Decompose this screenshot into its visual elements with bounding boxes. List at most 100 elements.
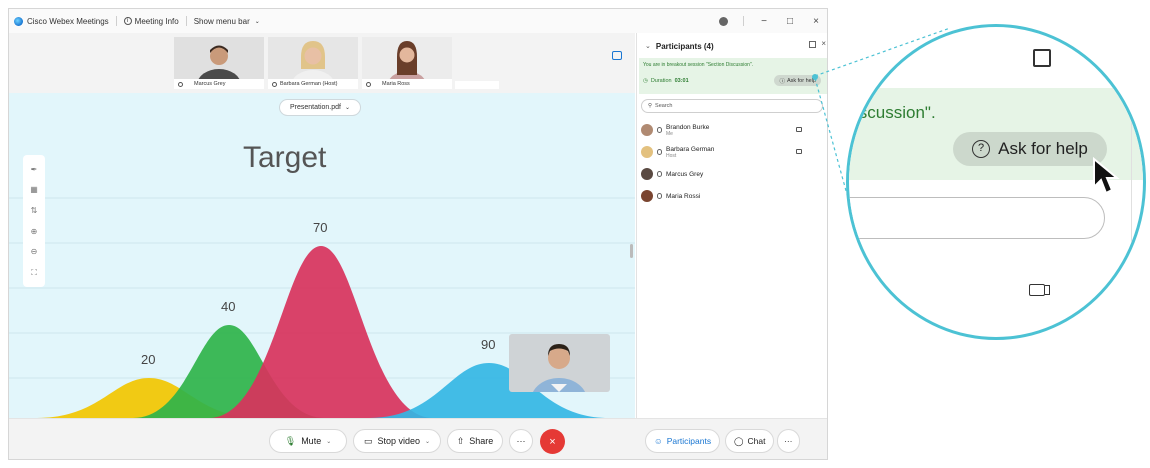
end-meeting-button[interactable]: ×: [540, 429, 565, 454]
chart-series: [37, 246, 609, 418]
thumbnail-strip: Marcus Grey Barbara German (Host) Maria …: [9, 33, 635, 91]
collapse-chevron-icon[interactable]: ⌄: [645, 42, 651, 50]
breakout-text: You are in breakout session "Section Dis…: [643, 62, 754, 68]
grid-view-icon[interactable]: ▦: [30, 185, 39, 194]
mic-icon[interactable]: [657, 171, 662, 177]
more-options-button[interactable]: ···: [509, 429, 533, 453]
file-selector[interactable]: Presentation.pdf ⌄: [279, 99, 362, 116]
participant-name-text: Brandon Burke: [666, 123, 710, 131]
webex-logo-icon: [14, 16, 23, 26]
thumbnail-label: Maria Ross: [362, 79, 452, 89]
layout-icon[interactable]: [612, 51, 622, 60]
webex-window: Cisco Webex Meetings i Meeting Info Show…: [8, 8, 828, 460]
share-button[interactable]: ⇧ Share: [447, 429, 503, 453]
panel-resize-handle[interactable]: [630, 244, 633, 258]
mute-button[interactable]: 🎙 Mute ⌄: [269, 429, 347, 453]
participants-tab-button[interactable]: ☺ Participants: [645, 429, 721, 453]
more-icon: ···: [784, 436, 793, 446]
breakout-banner: You are in breakout session "Section Dis…: [639, 58, 827, 94]
cursor-icon: [1093, 157, 1120, 195]
participant-row[interactable]: Brandon Burke Me: [637, 119, 827, 141]
thumbnail-barbara-german[interactable]: Barbara German (Host): [268, 37, 358, 89]
mic-icon[interactable]: [657, 149, 662, 155]
video-feed: [174, 37, 264, 79]
person-image-icon: [174, 37, 264, 79]
meeting-controls: 🎙 Mute ⌄ ▭ Stop video ⌄ ⇧ Share ··· × ☺ …: [9, 418, 827, 459]
info-icon: i: [123, 17, 132, 25]
chevron-down-icon: ⌄: [425, 438, 431, 445]
thumbnail-marcus-grey[interactable]: Marcus Grey: [174, 37, 264, 89]
ask-for-help-button[interactable]: ⓘ Ask for help: [774, 75, 821, 86]
participant-list: Brandon Burke Me Barbara German Host Mar…: [637, 119, 827, 207]
panel-more-button[interactable]: ···: [777, 429, 800, 453]
avatar: [641, 124, 653, 136]
video-camera-icon: ▭: [363, 435, 373, 446]
show-menu-bar-button[interactable]: Show menu bar ⌄: [194, 17, 260, 26]
chat-tab-button[interactable]: ◯ Chat: [725, 429, 775, 453]
thumbnail-overflow: [455, 81, 499, 89]
fit-screen-icon[interactable]: ⛶: [30, 268, 39, 277]
annotate-icon[interactable]: ✒: [30, 165, 39, 174]
close-icon[interactable]: ×: [821, 39, 826, 48]
avatar: [641, 190, 653, 202]
participant-row[interactable]: Marcus Grey: [637, 163, 827, 185]
user-avatar[interactable]: [719, 16, 728, 26]
duration: ◷ Duration 03:01: [643, 78, 689, 84]
data-label: 90: [481, 337, 496, 352]
chevron-down-icon: ⌄: [326, 438, 332, 445]
person-image-icon: [268, 37, 358, 79]
avatar: [641, 168, 653, 180]
chart-title: Target: [243, 141, 327, 174]
participant-role: Host: [666, 152, 677, 159]
meeting-info-button[interactable]: i Meeting Info: [123, 16, 179, 26]
panel-header: ⌄ Participants (4) ×: [637, 39, 827, 53]
zoom-in-icon[interactable]: ⊕: [30, 227, 39, 236]
mic-icon[interactable]: [657, 193, 662, 199]
video-lens-icon: [1045, 285, 1050, 295]
share-icon: ⇧: [456, 435, 465, 446]
more-icon: ···: [516, 436, 526, 446]
search-placeholder: Search: [655, 103, 673, 109]
thumbnail-name: Barbara German (Host): [280, 81, 338, 87]
chat-icon: ◯: [734, 435, 744, 446]
participant-name: Marcus Grey: [666, 171, 703, 178]
mic-icon: [178, 81, 183, 87]
divider: [743, 16, 744, 26]
maximize-button[interactable]: □: [777, 16, 803, 27]
chevron-down-icon: ⌄: [344, 105, 351, 111]
thumbnail-label: Barbara German (Host): [268, 79, 358, 89]
file-name: Presentation.pdf: [290, 104, 341, 111]
stop-video-button[interactable]: ▭ Stop video ⌄: [353, 429, 441, 453]
help-icon: ⓘ: [779, 78, 785, 85]
participant-row[interactable]: Barbara German Host: [637, 141, 827, 163]
chat-label: Chat: [747, 436, 766, 446]
video-icon[interactable]: [796, 127, 802, 132]
participant-name: Brandon Burke Me: [666, 124, 709, 137]
self-view-video[interactable]: [509, 334, 610, 392]
popout-icon[interactable]: [809, 41, 816, 48]
meeting-info-label: Meeting Info: [134, 16, 179, 26]
minimize-button[interactable]: −: [751, 16, 777, 27]
video-icon[interactable]: [796, 149, 802, 154]
mic-icon[interactable]: [657, 127, 662, 133]
end-call-icon: ×: [549, 435, 556, 448]
zoom-out-icon[interactable]: ⊖: [30, 247, 39, 256]
window-controls: − □ ×: [719, 9, 827, 33]
close-button[interactable]: ×: [803, 16, 827, 27]
annotation-toolbar: ✒ ▦ ⇅ ⊕ ⊖ ⛶: [23, 155, 45, 287]
participant-name: Barbara German Host: [666, 146, 714, 159]
search-input[interactable]: ⚲ Search: [641, 99, 823, 113]
duration-label: Duration: [650, 78, 672, 84]
participant-row[interactable]: Maria Rossi: [637, 185, 827, 207]
page-nav-icon[interactable]: ⇅: [30, 206, 39, 215]
participant-name: Maria Rossi: [666, 193, 700, 200]
mic-icon: [272, 81, 277, 87]
shared-content: Presentation.pdf ⌄ Target 20 40 70 90 ✒ ▦ ⇅…: [9, 93, 635, 418]
data-label: 40: [221, 299, 236, 314]
participants-icon: ☺: [654, 436, 663, 446]
data-label: 20: [141, 352, 156, 367]
popout-icon: [1033, 49, 1051, 67]
thumbnail-maria-ross[interactable]: Maria Ross: [362, 37, 452, 89]
clock-icon: ◷: [643, 78, 648, 84]
video-icon: [1029, 284, 1045, 296]
